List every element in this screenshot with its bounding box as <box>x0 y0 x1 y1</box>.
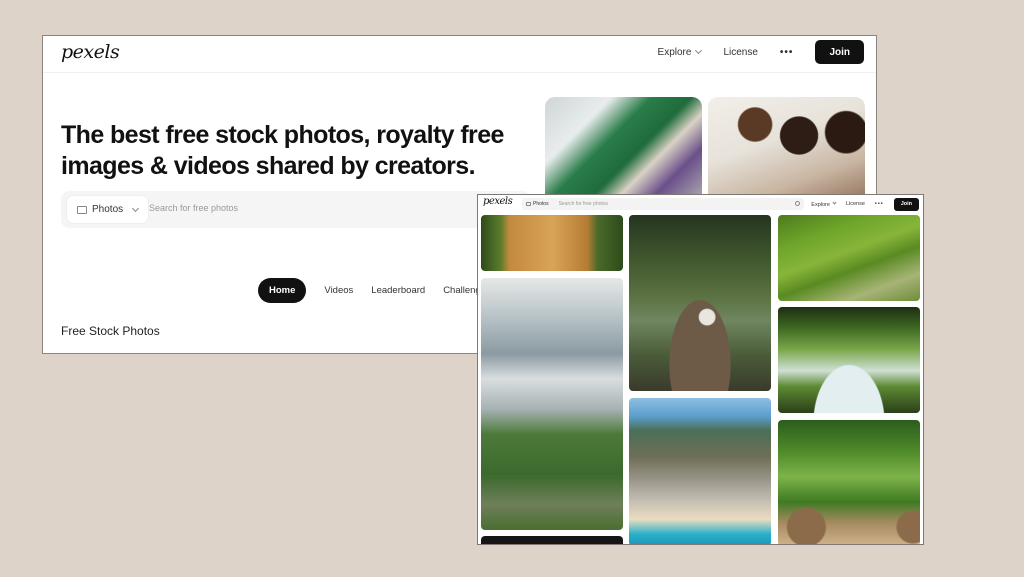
photo-tile-garden-chairs[interactable] <box>778 420 920 544</box>
search-input[interactable]: Search for free photos <box>149 203 238 213</box>
explore-label: Explore <box>657 46 692 58</box>
photo-tile-coastal-cliffs[interactable] <box>629 398 771 544</box>
pexels-logo[interactable]: pexels <box>483 196 513 207</box>
media-type-select[interactable]: Photos <box>67 196 149 223</box>
photo-tile-tree-canopy[interactable] <box>778 307 920 413</box>
photo-tile-misty-mountain[interactable] <box>481 278 623 530</box>
tab-videos[interactable]: Videos <box>316 278 361 303</box>
more-menu-icon[interactable]: ••• <box>780 47 794 58</box>
search-bar[interactable]: Photos Search for free photos <box>61 191 531 228</box>
more-menu-icon[interactable]: ••• <box>875 201 884 207</box>
pexels-logo[interactable]: pexels <box>61 41 120 63</box>
license-link[interactable]: License <box>846 201 865 207</box>
image-icon <box>526 202 531 206</box>
header-divider <box>43 72 876 73</box>
top-nav: Explore License ••• Join <box>658 39 864 65</box>
chevron-down-icon <box>695 46 703 54</box>
explore-label: Explore <box>811 201 830 208</box>
pexels-gallery-window: pexels Photos Search for free photos Exp… <box>477 194 924 545</box>
photo-tile-rice-terraces[interactable] <box>778 215 920 301</box>
photo-tile-coffee-pour[interactable] <box>629 215 771 391</box>
chevron-down-icon <box>832 199 837 205</box>
license-link[interactable]: License <box>723 47 757 58</box>
media-type-select[interactable]: Photos <box>522 198 553 210</box>
tab-home[interactable]: Home <box>258 278 307 303</box>
media-type-label: Photos <box>533 201 549 207</box>
explore-menu[interactable]: Explore <box>811 199 837 208</box>
search-input[interactable]: Search for free photos <box>559 201 608 207</box>
category-tabs: Home Videos Leaderboard Challenges <box>258 278 499 303</box>
top-nav: Explore License ••• Join <box>811 197 919 211</box>
hero-title: The best free stock photos, royalty free… <box>61 121 504 180</box>
join-button[interactable]: Join <box>893 197 919 211</box>
hero-photo-family[interactable] <box>708 97 865 207</box>
search-icon[interactable] <box>795 201 800 206</box>
chevron-down-icon <box>132 204 140 213</box>
search-bar[interactable]: Photos Search for free photos <box>522 198 804 210</box>
photo-tile-dark[interactable] <box>481 536 623 544</box>
hero-photo-people[interactable] <box>545 97 702 207</box>
join-button[interactable]: Join <box>815 40 864 64</box>
section-title: Free Stock Photos <box>61 324 160 338</box>
media-type-label: Photos <box>92 204 124 215</box>
tab-leaderboard[interactable]: Leaderboard <box>363 278 433 303</box>
image-icon <box>77 205 87 214</box>
explore-menu[interactable]: Explore <box>657 46 703 58</box>
photo-tile-forest-path[interactable] <box>481 215 623 271</box>
